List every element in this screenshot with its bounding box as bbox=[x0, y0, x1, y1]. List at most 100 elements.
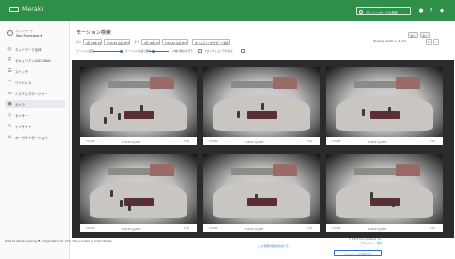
help-icon[interactable]: ? bbox=[428, 8, 434, 14]
camera-frame bbox=[326, 67, 443, 137]
result-range: Showing results 1 - 6 of 6 bbox=[373, 40, 407, 43]
user-icon[interactable]: ● bbox=[418, 8, 424, 14]
chevron-right-icon[interactable]: › bbox=[433, 39, 439, 45]
footer-copyright: © 2023 Cisco Systems, Inc. プライバシー・条件 bbox=[342, 238, 382, 245]
footer-info: Data for Meraki Learning ♥ | Organizatio… bbox=[5, 240, 112, 243]
notification-icon[interactable]: ◆ bbox=[439, 8, 445, 14]
wifi-icon: ◠ bbox=[7, 79, 12, 85]
threshold-slider-handle[interactable] bbox=[152, 50, 155, 53]
timeline-button[interactable]: タイムラインをサポート動画 bbox=[192, 39, 230, 45]
from-date-field[interactable]: 4月 19年 23 bbox=[83, 39, 102, 45]
privacy-link[interactable]: プライバシー・条件 bbox=[342, 241, 382, 245]
globe-icon: ◎ bbox=[7, 46, 12, 52]
clip-info-bar: 7:21:23 3:38:47 午前 PDT 7.3s bbox=[326, 137, 443, 145]
brand-logo[interactable]: Meraki bbox=[9, 6, 43, 13]
switch-icon: ☰ bbox=[7, 68, 12, 74]
from-time-field[interactable]: 3:30:49 午前 PDT bbox=[104, 39, 130, 45]
clip-length: 7.3s bbox=[184, 226, 189, 230]
monitor-icon: ▭ bbox=[7, 90, 12, 96]
camera-result-6[interactable]: 7:21:23 3:48:09 午前 PDT 7.3s bbox=[326, 154, 443, 232]
org-icon: ⌂ bbox=[8, 134, 11, 140]
main-content: モーション検索 から 4月 19年 23 3:30:49 午前 PDT まで 4… bbox=[71, 21, 455, 259]
camera-result-3[interactable]: 7:21:23 3:38:47 午前 PDT 7.3s bbox=[326, 67, 443, 145]
camera-frame bbox=[80, 67, 197, 137]
sidebar-item-insight[interactable]: ∿ インサイト bbox=[5, 122, 65, 130]
clip-info-bar: 7:21:23 3:48:09 午前 PDT 7.3s bbox=[326, 224, 443, 232]
clip-length: 7.3s bbox=[430, 226, 435, 230]
camera-frame bbox=[326, 154, 443, 224]
clip-timestamp: 3:42:18 午前 PDT bbox=[122, 227, 141, 231]
to-time-field[interactable]: 3:50:49 午前 PDT bbox=[162, 39, 188, 45]
sensitivity-label: モーション感度 bbox=[76, 50, 95, 53]
camera-results-grid: 7:21:23 3:34:18 午前 PDT 7.3s 7:21:23 3:36… bbox=[72, 60, 454, 238]
sidebar-item-label: カメラ bbox=[15, 103, 25, 107]
clip-duration: 7:21:23 bbox=[86, 226, 95, 230]
clip-length: 7.3s bbox=[307, 139, 312, 143]
camera-result-1[interactable]: 7:21:23 3:34:18 午前 PDT 7.3s bbox=[80, 67, 197, 145]
meraki-logo-icon bbox=[9, 7, 19, 12]
sidebar-item-label: システムマネージャー bbox=[15, 92, 48, 96]
clip-info-bar: 7:21:23 3:36:02 午前 PDT 7.3s bbox=[203, 137, 320, 145]
from-label: から bbox=[76, 41, 82, 44]
page-title: モーション検索 bbox=[76, 30, 111, 36]
clip-info-bar: 7:21:23 3:42:18 午前 PDT 7.3s bbox=[80, 224, 197, 232]
camera-result-4[interactable]: 7:21:23 3:42:18 午前 PDT 7.3s bbox=[80, 154, 197, 232]
sidebar-item-security[interactable]: ⛨ セキュリティ&SD-WAN bbox=[5, 56, 65, 64]
search-icon bbox=[359, 9, 363, 14]
to-label: まで bbox=[134, 41, 140, 44]
sidebar-item-sensor[interactable]: ◇ センサー bbox=[5, 111, 65, 119]
clip-timestamp: 3:44:55 午前 PDT bbox=[245, 227, 264, 231]
clip-length: 7.3s bbox=[184, 139, 189, 143]
block-area-checkbox[interactable] bbox=[241, 48, 245, 53]
sidebar-item-label: センサー bbox=[15, 114, 29, 118]
search-input[interactable]: ダッシュボードの検索 bbox=[356, 7, 411, 15]
camera-frame bbox=[80, 154, 197, 224]
clip-length: 7.3s bbox=[430, 139, 435, 143]
clip-duration: 7:21:23 bbox=[332, 139, 341, 143]
to-date-field[interactable]: 4月 19年 23 bbox=[141, 39, 160, 45]
sidebar: ネットワーク San Francisco ▾ ◎ ネットワーク全体 ⛨ セキュリ… bbox=[0, 21, 70, 259]
people-detect-checkbox[interactable] bbox=[198, 48, 202, 53]
clip-info-bar: 7:21:23 3:34:18 午前 PDT 7.3s bbox=[80, 137, 197, 145]
feedback-button[interactable]: フィードバックを送信する bbox=[334, 250, 382, 256]
camera-result-2[interactable]: 7:21:23 3:36:02 午前 PDT 7.3s bbox=[203, 67, 320, 145]
network-name: San Francisco ▾ bbox=[16, 33, 43, 38]
prev-button[interactable]: 前へ bbox=[408, 32, 418, 38]
clip-timestamp: 3:34:18 午前 PDT bbox=[122, 140, 141, 144]
clip-timestamp: 3:48:09 午前 PDT bbox=[368, 227, 387, 231]
sidebar-item-camera[interactable]: ▣ カメラ bbox=[5, 100, 65, 108]
camera-result-5[interactable]: 7:21:23 3:44:55 午前 PDT 7.3s bbox=[203, 154, 320, 232]
shield-icon: ⛨ bbox=[7, 57, 12, 63]
sidebar-item-label: セキュリティ&SD-WAN bbox=[15, 59, 51, 63]
sidebar-item-label: オーガナイゼーション bbox=[15, 136, 48, 140]
sidebar-item-wireless[interactable]: ◠ ワイヤレス bbox=[5, 78, 65, 86]
page-number[interactable]: 1 bbox=[426, 39, 432, 45]
sidebar-item-network-wide[interactable]: ◎ ネットワーク全体 bbox=[5, 45, 65, 53]
sensitivity-value: モーションの最小閾値 bbox=[125, 50, 151, 53]
clip-duration: 7:21:23 bbox=[86, 139, 95, 143]
more-results-link[interactable]: この日時の検索を続ける bbox=[258, 244, 289, 248]
sidebar-item-systems-manager[interactable]: ▭ システムマネージャー bbox=[5, 89, 65, 97]
clip-info-bar: 7:21:23 3:44:55 午前 PDT 7.3s bbox=[203, 224, 320, 232]
sidebar-item-label: インサイト bbox=[15, 125, 32, 129]
camera-frame bbox=[203, 67, 320, 137]
search-placeholder: ダッシュボードの検索 bbox=[366, 10, 398, 15]
clip-duration: 7:21:23 bbox=[209, 226, 218, 230]
sidebar-item-switch[interactable]: ☰ スイッチ bbox=[5, 67, 65, 75]
clip-duration: 7:21:23 bbox=[332, 226, 341, 230]
clip-timestamp: 3:36:02 午前 PDT bbox=[245, 140, 264, 144]
camera-icon: ▣ bbox=[7, 101, 12, 107]
sidebar-item-label: ワイヤレス bbox=[15, 81, 32, 85]
sidebar-item-organization[interactable]: ⌂ オーガナイゼーション bbox=[5, 133, 65, 141]
sensitivity-slider-handle[interactable] bbox=[120, 50, 123, 53]
people-detect-label: 人物の検出を行う bbox=[172, 50, 193, 53]
network-selector[interactable]: ネットワーク San Francisco ▾ bbox=[7, 28, 65, 41]
block-area-label: ブロック | エリアを表示 bbox=[204, 50, 233, 53]
sensitivity-slider[interactable] bbox=[93, 51, 123, 52]
clip-duration: 7:21:23 bbox=[209, 139, 218, 143]
next-button[interactable]: 次へ bbox=[420, 32, 430, 38]
brand-name: Meraki bbox=[22, 6, 44, 13]
clip-timestamp: 3:38:47 午前 PDT bbox=[368, 140, 387, 144]
camera-frame bbox=[203, 154, 320, 224]
clip-length: 7.3s bbox=[307, 226, 312, 230]
